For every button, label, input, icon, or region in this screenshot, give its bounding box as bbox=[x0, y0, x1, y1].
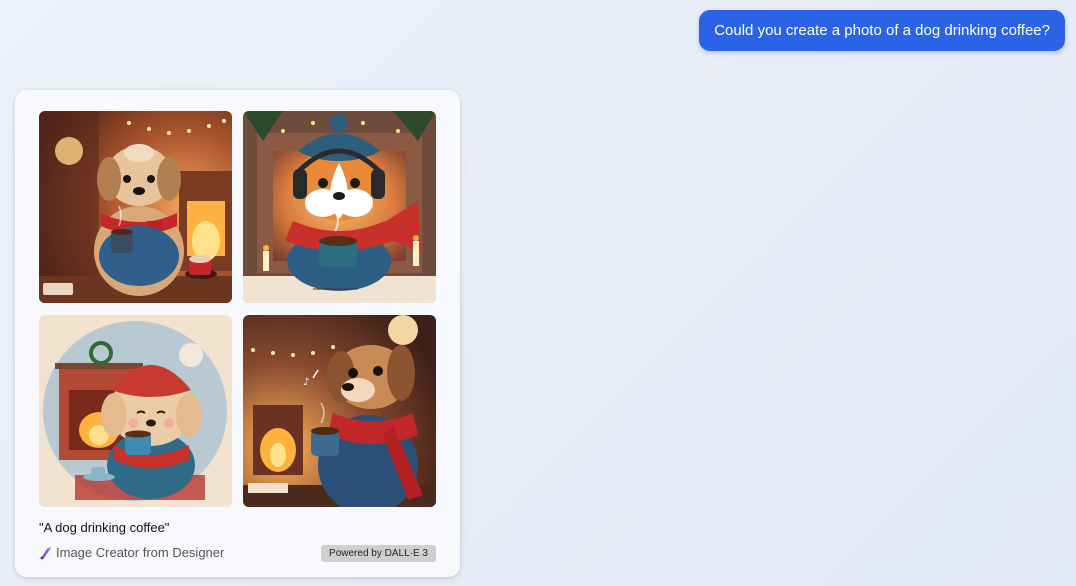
svg-text:♪: ♪ bbox=[303, 377, 309, 388]
powered-by-badge: Powered by DALL·E 3 bbox=[321, 545, 436, 562]
image-caption: "A dog drinking coffee" bbox=[39, 520, 170, 535]
generated-image-3[interactable] bbox=[39, 315, 232, 507]
generated-image-4[interactable]: ♪ bbox=[243, 315, 436, 507]
designer-logo-icon bbox=[40, 546, 51, 559]
image-creator-attribution[interactable]: Image Creator from Designer bbox=[39, 545, 224, 560]
generated-image-2[interactable] bbox=[243, 111, 436, 303]
image-result-card: ♪ "A dog drinking coffee" Image Creator … bbox=[15, 90, 460, 577]
creator-label: Image Creator from Designer bbox=[56, 545, 225, 560]
generated-image-1[interactable] bbox=[39, 111, 232, 303]
user-message-bubble: Could you create a photo of a dog drinki… bbox=[699, 10, 1065, 51]
